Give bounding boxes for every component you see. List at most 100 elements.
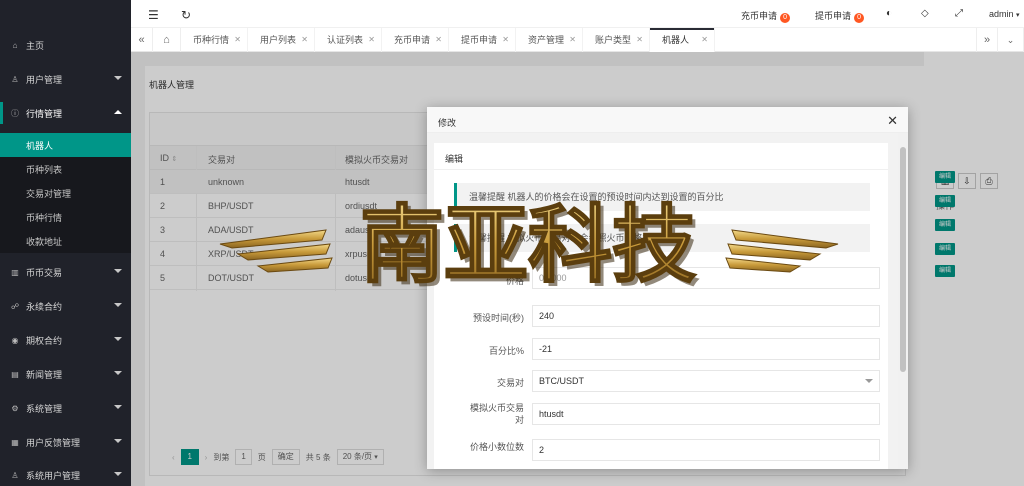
withdraw-count-badge: 0 [854,13,865,23]
sidebar-item-label: 行情管理 [26,108,63,119]
sidebar-item-label: 系统管理 [26,403,63,414]
chevron-down-icon [114,337,122,341]
deposit-requests-link[interactable]: 充币申请 0 [741,9,791,23]
tab-label: 充币申请 [394,35,431,45]
close-icon[interactable]: ✕ [234,28,241,52]
decimals-input[interactable]: 2 [532,439,880,461]
sidebar-subitem-label: 收款地址 [26,236,63,247]
withdraw-requests-link[interactable]: 提币申请 0 [815,9,865,23]
sidebar-subitem-coin-market[interactable]: 币种行情 [0,205,131,229]
option-icon: ◉ [11,335,19,345]
close-icon[interactable]: ✕ [636,28,643,52]
exchange-icon: ▥ [11,267,19,277]
sidebar-item-options[interactable]: ◉ 期权合约 [0,329,131,351]
sidebar-subitem-label: 币种列表 [26,164,63,175]
sim-pair-input[interactable]: htusdt [532,403,880,425]
sidebar-subitem-pair-manage[interactable]: 交易对管理 [0,181,131,205]
fullscreen-icon[interactable]: ⤢ [955,8,963,19]
sidebar-item-system[interactable]: ⚙ 系统管理 [0,397,131,419]
user-icon: ♙ [11,74,19,84]
sidebar-item-label: 币币交易 [26,267,63,278]
news-icon: ▤ [11,369,19,379]
chevron-down-icon [114,76,122,80]
sidebar-item-home[interactable]: ⌂ 主页 [0,34,131,56]
sidebar-item-feedback[interactable]: ▦ 用户反馈管理 [0,431,131,453]
tab-label: 认证列表 [327,35,364,45]
sidebar-item-label: 主页 [26,40,45,51]
tabs-menu-chevron-icon[interactable]: ⌄ [998,28,1024,52]
tab-deposit[interactable]: 充币申请 ✕ [382,28,449,52]
field-label-percent: 百分比% [488,346,524,356]
scrollbar-thumb[interactable] [900,147,906,372]
price-input[interactable]: 0.0000 [532,267,880,289]
sidebar-subitem-label: 交易对管理 [26,188,72,199]
deposit-count-badge: 0 [780,13,791,23]
chevron-down-icon [114,269,122,273]
contract-icon: ☍ [10,301,20,311]
field-label-decimals: 价格小数位数 [469,442,524,452]
modal-header: 修改 ✕ [427,107,908,133]
field-label-sim-pair: 模拟火币交易对 [469,403,524,425]
tab-label: 资产管理 [528,35,565,45]
modal-scrollbar[interactable] [898,133,908,469]
theme-icon[interactable]: ◐ [886,8,892,19]
tab-label: 用户列表 [260,35,297,45]
sidebar-subitem-robot[interactable]: 机器人 [0,133,131,157]
sidebar-item-news[interactable]: ▤ 新闻管理 [0,363,131,385]
sidebar-item-label: 期权合约 [26,335,63,346]
field-label-pair: 交易对 [496,378,524,388]
close-icon[interactable]: ✕ [569,28,576,52]
menu-collapse-icon[interactable]: ☰ [148,8,159,22]
sidebar-item-perpetual[interactable]: ☍ 永续合约 [0,295,131,317]
chevron-down-icon [114,405,122,409]
tabs-next-icon[interactable]: » [976,28,998,52]
sidebar-item-sys-users[interactable]: ♙ 系统用户管理 [0,464,131,486]
sidebar: ⌂ 主页 ♙ 用户管理 ⓘ 行情管理 机器人 币种列表 交易对管理 币种行情 收… [0,0,131,486]
close-icon[interactable]: ✕ [368,28,375,52]
close-icon[interactable]: ✕ [887,113,898,129]
chevron-down-icon [114,371,122,375]
sidebar-item-users[interactable]: ♙ 用户管理 [0,68,131,90]
edit-modal: 修改 ✕ 编辑 温馨提醒 机器人的价格会在设置的预设时间内达到设置的百分比 温馨… [427,107,908,469]
refresh-icon[interactable]: ↻ [181,8,191,22]
chevron-up-icon [114,110,122,114]
home-icon: ⌂ [12,40,18,50]
field-label-preset-time: 预设时间(秒) [473,313,524,323]
close-icon[interactable]: ✕ [701,28,708,52]
close-icon[interactable]: ✕ [435,28,442,52]
chevron-down-icon [114,439,122,443]
close-icon[interactable]: ✕ [301,28,308,52]
sidebar-subitem-address[interactable]: 收款地址 [0,229,131,253]
tabs-prev-icon[interactable]: « [131,28,153,52]
tab-account-type[interactable]: 账户类型 ✕ [583,28,650,52]
tab-label: 账户类型 [595,35,632,45]
percent-input[interactable]: -21 [532,338,880,360]
pair-select-value: BTC/USDT [539,376,584,386]
tab-user-list[interactable]: 用户列表 ✕ [248,28,315,52]
tab-coin-market[interactable]: 币种行情 ✕ [181,28,248,52]
chevron-down-icon: ▾ [1016,12,1020,19]
tab-robot[interactable]: 机器人 ✕ [650,28,715,52]
modal-title: 修改 [438,118,457,128]
pair-select[interactable]: BTC/USDT [532,370,880,392]
tab-label: 提币申请 [461,35,498,45]
divider [434,169,888,170]
tag-icon[interactable]: ◇ [921,8,929,19]
sidebar-item-spot[interactable]: ▥ 币币交易 [0,261,131,283]
admin-user-menu[interactable]: admin ▾ [989,9,1020,19]
close-icon[interactable]: ✕ [502,28,509,52]
preset-time-input[interactable]: 240 [532,305,880,327]
sidebar-item-label: 用户反馈管理 [26,437,81,448]
chevron-down-icon [114,472,122,476]
sidebar-item-label: 新闻管理 [26,369,63,380]
tab-withdraw[interactable]: 提币申请 ✕ [449,28,516,52]
sidebar-item-market[interactable]: ⓘ 行情管理 [0,102,131,124]
tab-auth-list[interactable]: 认证列表 ✕ [315,28,382,52]
hint-blockquote: 温馨提醒 机器人的价格会在设置的预设时间内达到设置的百分比 [454,183,870,211]
home-tab-icon[interactable]: ⌂ [153,28,181,52]
tab-assets[interactable]: 资产管理 ✕ [516,28,583,52]
sidebar-subitem-coin-list[interactable]: 币种列表 [0,157,131,181]
sidebar-subitem-label: 币种行情 [26,212,63,223]
settings-icon: ⚙ [11,403,19,413]
chevron-down-icon [114,303,122,307]
